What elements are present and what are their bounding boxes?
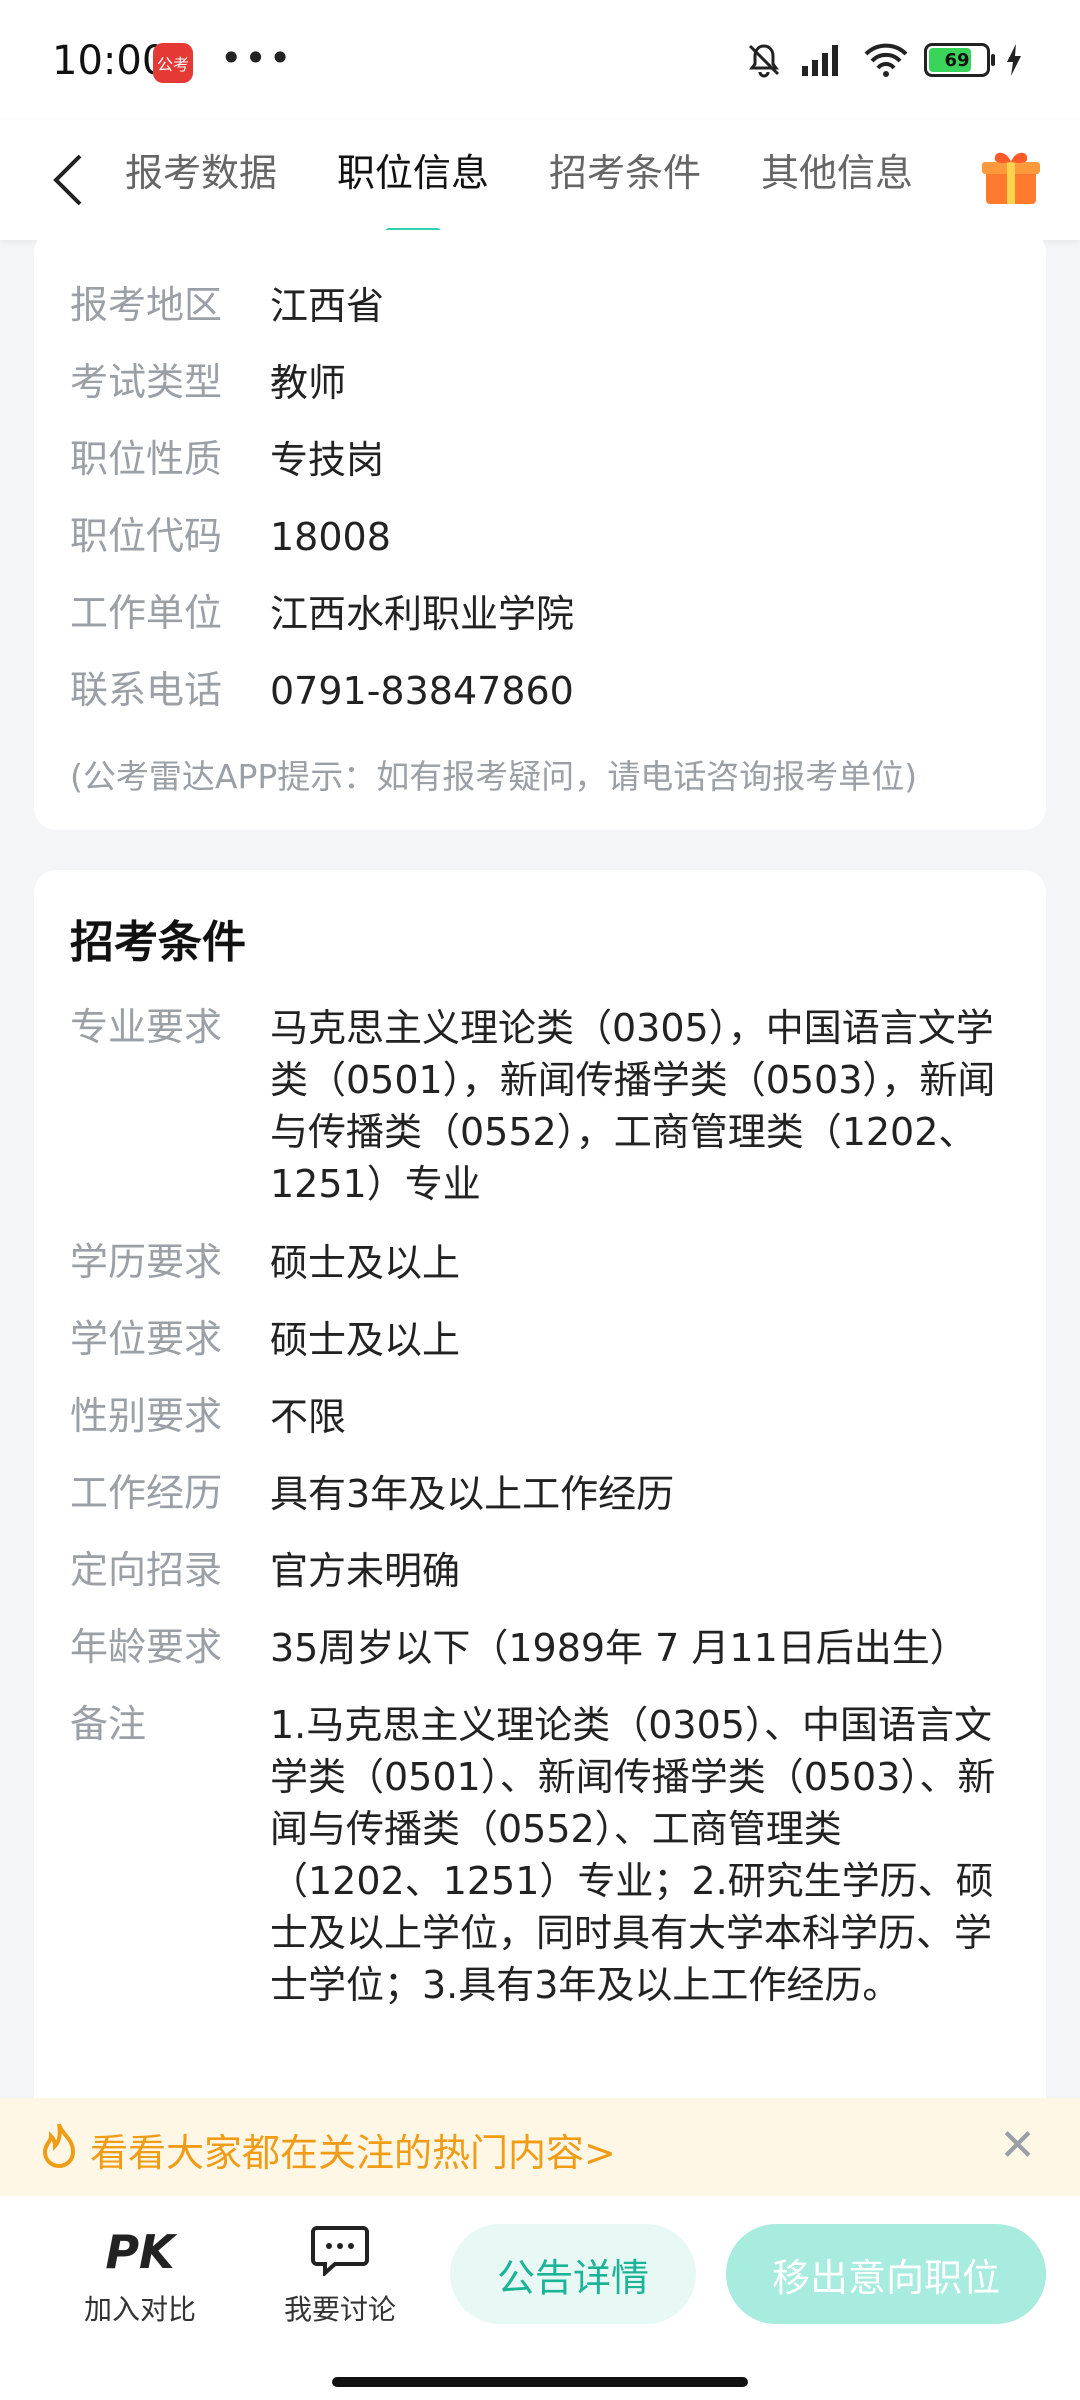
hot-content-banner[interactable]: 看看大家都在关注的热门内容> ✕ <box>0 2098 1080 2196</box>
app-tip: (公考雷达APP提示：如有报考疑问，请电话咨询报考单位) <box>70 757 918 796</box>
cond-value: 硕士及以上 <box>270 1241 461 1285</box>
info-label: 工作单位 <box>70 591 223 635</box>
cond-value: 硕士及以上 <box>270 1318 461 1362</box>
cond-label: 学历要求 <box>70 1240 223 1284</box>
conditions-card: 招考条件 专业要求 马克思主义理论类（0305），中国语言文学类（0501），新… <box>34 870 1046 2120</box>
signal-icon <box>802 45 838 76</box>
tab-conditions[interactable]: 招考条件 <box>549 138 701 218</box>
remove-favorite-position-button[interactable]: 移出意向职位 <box>726 2224 1046 2324</box>
cond-label: 年龄要求 <box>70 1625 223 1669</box>
add-compare-button[interactable]: PK 加入对比 <box>70 2224 210 2328</box>
cond-value: 马克思主义理论类（0305），中国语言文学类（0501），新闻传播学类（0503… <box>270 1006 996 1206</box>
cond-row-experience: 工作经历 具有3年及以上工作经历 <box>70 1468 1010 1520</box>
position-info-card: 报考地区 江西省 考试类型 教师 职位性质 专技岗 职位代码 18008 工作单… <box>34 230 1046 830</box>
close-icon[interactable]: ✕ <box>999 2120 1036 2171</box>
wifi-icon <box>864 43 908 77</box>
cond-label: 定向招录 <box>70 1548 223 1592</box>
cond-row-directed: 定向招录 官方未明确 <box>70 1545 1010 1597</box>
info-row-nature: 职位性质 专技岗 <box>70 434 1010 486</box>
tab-position-info[interactable]: 职位信息 <box>337 138 489 218</box>
info-value: 江西省 <box>270 284 385 328</box>
bottom-action-bar: PK 加入对比 我要讨论 公告详情 移出意向职位 <box>0 2196 1080 2400</box>
phone-number-link[interactable]: 0791-83847860 <box>270 665 1010 717</box>
info-row-region: 报考地区 江西省 <box>70 280 1010 332</box>
status-icons: 69 <box>744 40 1024 80</box>
info-row-employer: 工作单位 江西水利职业学院 <box>70 588 1010 640</box>
status-time: 10:00 <box>52 38 168 84</box>
info-label: 职位代码 <box>70 514 223 558</box>
tab-bar: 报考数据 职位信息 招考条件 其他信息 <box>125 138 913 218</box>
info-label: 考试类型 <box>70 360 223 404</box>
app-notification-icon: 公考 <box>153 43 193 83</box>
info-value: 江西水利职业学院 <box>270 592 575 636</box>
back-arrow-icon <box>53 154 82 206</box>
charging-icon <box>1007 44 1021 76</box>
discuss-button[interactable]: 我要讨论 <box>270 2224 410 2328</box>
tab-other-info[interactable]: 其他信息 <box>761 138 913 218</box>
battery-level: 69 <box>944 49 970 71</box>
cond-label: 性别要求 <box>70 1394 223 1438</box>
info-row-code: 职位代码 18008 <box>70 511 1010 563</box>
discuss-label: 我要讨论 <box>283 2293 396 2326</box>
cond-value: 具有3年及以上工作经历 <box>270 1472 675 1516</box>
mute-bell-icon <box>748 44 780 78</box>
more-notifications-icon: ••• <box>220 36 294 80</box>
hot-content-text[interactable]: 看看大家都在关注的热门内容> <box>90 2122 616 2177</box>
info-label: 报考地区 <box>70 283 223 327</box>
card-title: 招考条件 <box>70 917 246 968</box>
cond-label: 备注 <box>70 1702 147 1746</box>
cond-row-gender: 性别要求 不限 <box>70 1391 1010 1443</box>
info-label: 职位性质 <box>70 437 223 481</box>
cond-row-education: 学历要求 硕士及以上 <box>70 1237 1010 1289</box>
gift-icon[interactable] <box>980 146 1042 208</box>
info-row-phone: 联系电话 0791-83847860 <box>70 665 1010 717</box>
cond-label: 工作经历 <box>70 1471 223 1515</box>
announcement-details-button[interactable]: 公告详情 <box>450 2224 696 2324</box>
cond-value: 35周岁以下（1989年 7 月11日后出生） <box>270 1626 968 1670</box>
cond-row-remarks: 备注 1.马克思主义理论类（0305）、中国语言文学类（0501）、新闻传播学类… <box>70 1699 1010 2011</box>
info-value: 18008 <box>270 515 391 559</box>
status-bar: 10:00 公考 ••• 69 <box>0 0 1080 120</box>
info-value: 专技岗 <box>270 438 385 482</box>
cond-value: 官方未明确 <box>270 1549 461 1593</box>
cond-label: 学位要求 <box>70 1317 223 1361</box>
cond-row-major: 专业要求 马克思主义理论类（0305），中国语言文学类（0501），新闻传播学类… <box>70 1002 1010 1210</box>
cond-row-degree: 学位要求 硕士及以上 <box>70 1314 1010 1366</box>
tab-application-data[interactable]: 报考数据 <box>125 138 277 218</box>
battery-icon: 69 <box>924 43 995 77</box>
cond-value: 不限 <box>270 1395 347 1439</box>
info-value: 教师 <box>270 361 347 405</box>
back-button[interactable] <box>38 140 98 220</box>
info-label: 联系电话 <box>70 668 223 712</box>
cond-row-age: 年龄要求 35周岁以下（1989年 7 月11日后出生） <box>70 1622 1010 1674</box>
cond-label: 专业要求 <box>70 1005 223 1049</box>
flame-icon <box>42 2123 76 2168</box>
top-nav: 报考数据 职位信息 招考条件 其他信息 <box>0 120 1080 240</box>
add-compare-label: 加入对比 <box>83 2293 196 2326</box>
chat-bubble-icon <box>311 2226 369 2278</box>
info-row-exam-type: 考试类型 教师 <box>70 357 1010 409</box>
home-indicator[interactable] <box>332 2377 748 2387</box>
pk-icon: PK <box>105 2225 175 2279</box>
cond-value: 1.马克思主义理论类（0305）、中国语言文学类（0501）、新闻传播学类（05… <box>270 1703 996 2007</box>
